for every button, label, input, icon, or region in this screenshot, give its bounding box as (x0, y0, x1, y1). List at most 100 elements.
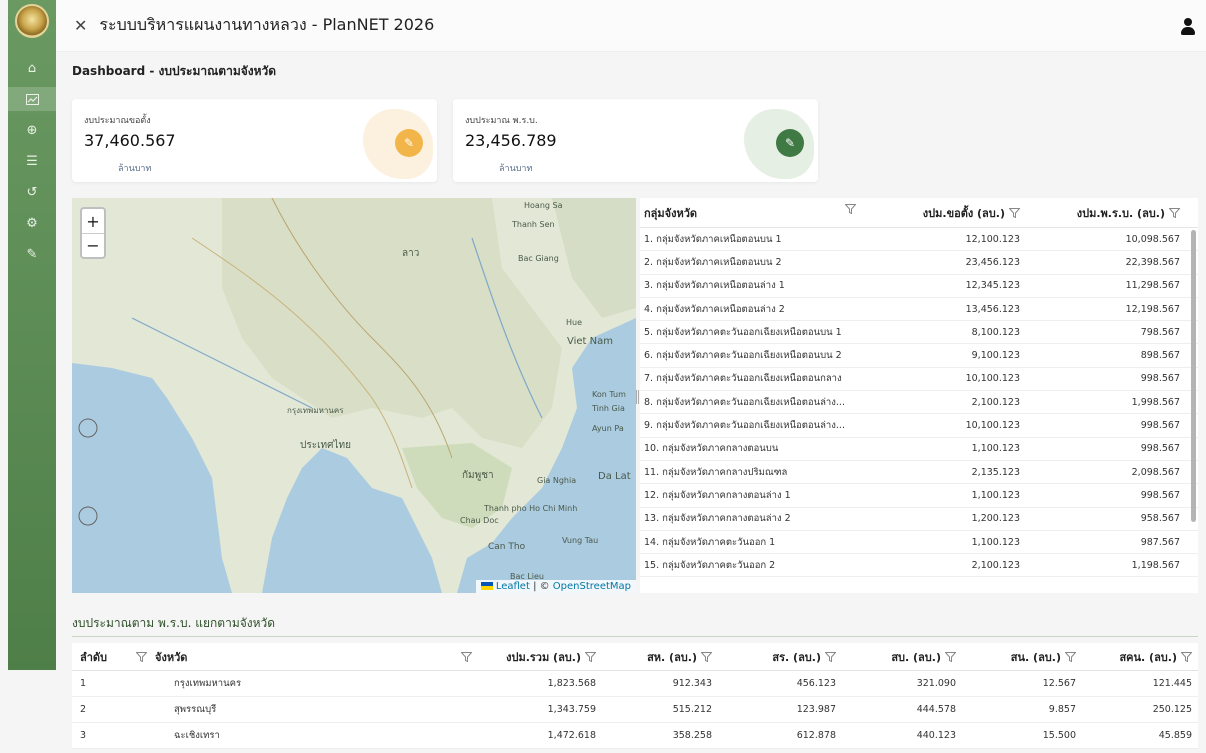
map-label: Thanh Sen (512, 220, 555, 229)
osm-link[interactable]: OpenStreetMap (553, 581, 631, 592)
column-header-group[interactable]: กลุ่มจังหวัด (644, 204, 697, 222)
filter-icon[interactable] (585, 651, 596, 662)
map-label: กัมพูชา (462, 470, 494, 481)
plus-circle-icon[interactable]: ⊕ (8, 118, 56, 142)
history-icon[interactable]: ↺ (8, 180, 56, 204)
column-header-sb[interactable]: สบ. (ลบ.) (891, 648, 941, 666)
cell-group: 3. กลุ่มจังหวัดภาคเหนือตอนล่าง 1 (644, 280, 785, 292)
table-row[interactable]: 5. กลุ่มจังหวัดภาคตะวันออกเฉียงเหนือตอนบ… (640, 321, 1198, 345)
cell-approved: 958.567 (1140, 513, 1180, 525)
column-header-sp[interactable]: สน. (ลบ.) (1011, 648, 1061, 666)
cell-total: 1,823.568 (547, 678, 596, 689)
filter-icon[interactable] (845, 203, 856, 214)
cell-sp: 12.567 (1042, 678, 1076, 689)
column-header-sh[interactable]: สห. (ลบ.) (647, 648, 697, 666)
table-row[interactable]: 11. กลุ่มจังหวัดภาคกลางปริมณฑล 2,135.123 2… (640, 461, 1198, 485)
filter-icon[interactable] (1181, 651, 1192, 662)
table-row[interactable]: 10. กลุ่มจังหวัดภาคกลางตอนบน 1,100.123 998… (640, 438, 1198, 461)
map-label: Gia Nghia (537, 476, 577, 485)
approved-budget-card: งบประมาณ พ.ร.บ. 23,456.789 ล้านบาท ✎ (453, 99, 818, 182)
map-label: Vung Tau (562, 536, 599, 545)
cell-approved: 998.567 (1140, 443, 1180, 455)
table-row[interactable]: 12. กลุ่มจังหวัดภาคกลางตอนล่าง 1 1,100.12… (640, 484, 1198, 508)
card-value: 37,460.567 (84, 131, 176, 150)
flag-icon (480, 582, 493, 590)
table-row[interactable]: 6. กลุ่มจังหวัดภาคตะวันออกเฉียงเหนือตอนบ… (640, 344, 1198, 368)
cell-approved: 998.567 (1140, 373, 1180, 385)
table-row[interactable]: 1 กรุงเทพมหานคร 1,823.568 912.343 456.123 321… (72, 671, 1198, 697)
filter-icon[interactable] (945, 651, 956, 662)
panel-splitter[interactable] (636, 390, 639, 404)
table-header: ลำดับ จังหวัด งปม.รวม (ลบ.) สห. (ลบ.) สร… (72, 643, 1198, 671)
column-header-skn[interactable]: สคน. (ลบ.) (1119, 648, 1177, 666)
column-header-total[interactable]: งปม.รวม (ลบ.) (506, 648, 581, 666)
cell-sr: 612.878 (796, 730, 836, 741)
table-row[interactable]: 7. กลุ่มจังหวัดภาคตะวันออกเฉียงเหนือตอนก… (640, 368, 1198, 392)
zoom-in-button[interactable]: + (82, 209, 104, 233)
card-value: 23,456.789 (465, 131, 557, 150)
cell-requested: 23,456.123 (965, 256, 1020, 268)
map-attribution: Leaflet | © OpenStreetMap (475, 580, 636, 593)
budget-icon: ✎ (395, 129, 423, 157)
leaflet-link[interactable]: Leaflet (496, 581, 530, 592)
table-row[interactable]: 9. กลุ่มจังหวัดภาคตะวันออกเฉียงเหนือตอนล… (640, 414, 1198, 438)
close-icon[interactable]: ✕ (74, 16, 87, 35)
cell-group: 15. กลุ่มจังหวัดภาคตะวันออก 2 (644, 559, 776, 571)
table-row[interactable]: 2 สุพรรณบุรี 1,343.759 515.212 123.987 444.57… (72, 697, 1198, 723)
map-label: Thanh pho Ho Chi Minh (484, 504, 578, 513)
table-row[interactable]: 3 ฉะเชิงเทรา 1,472.618 358.258 612.878 440.12… (72, 723, 1198, 749)
chart-icon[interactable] (8, 87, 56, 111)
column-header-province[interactable]: จังหวัด (155, 648, 187, 666)
cell-requested: 2,100.123 (971, 396, 1020, 408)
cell-requested: 13,456.123 (965, 303, 1020, 315)
table-row[interactable]: 3. กลุ่มจังหวัดภาคเหนือตอนล่าง 1 12,345.1… (640, 275, 1198, 298)
card-label: งบประมาณ พ.ร.บ. (465, 116, 538, 126)
table-row[interactable]: 15. กลุ่มจังหวัดภาคตะวันออก 2 2,100.123 1,… (640, 554, 1198, 578)
province-map[interactable]: Hoang Sa Thanh Sen Bac Giang Hue Viet Na… (72, 198, 636, 593)
card-unit: ล้านบาท (118, 164, 152, 174)
filter-icon[interactable] (701, 651, 712, 662)
table-row[interactable]: 8. กลุ่มจังหวัดภาคตะวันออกเฉียงเหนือตอนล… (640, 391, 1198, 415)
filter-icon[interactable] (825, 651, 836, 662)
cell-approved: 1,198.567 (1131, 559, 1180, 571)
cell-group: 9. กลุ่มจังหวัดภาคตะวันออกเฉียงเหนือตอนล… (644, 420, 845, 432)
filter-icon[interactable] (1169, 207, 1180, 218)
cell-requested: 10,100.123 (965, 373, 1020, 385)
scrollbar[interactable] (1191, 230, 1196, 522)
table-row[interactable]: 4. กลุ่มจังหวัดภาคเหนือตอนล่าง 2 13,456.1… (640, 298, 1198, 322)
column-header-no[interactable]: ลำดับ (72, 648, 128, 666)
zoom-out-button[interactable]: − (82, 233, 104, 257)
cell-approved: 798.567 (1140, 326, 1180, 338)
filter-icon[interactable] (1065, 651, 1076, 662)
column-header-approved[interactable]: งปม.พ.ร.บ. (ลบ.) (1077, 204, 1165, 222)
table-row[interactable]: 13. กลุ่มจังหวัดภาคกลางตอนล่าง 2 1,200.12… (640, 508, 1198, 531)
cell-approved: 12,198.567 (1125, 303, 1180, 315)
cell-group: 14. กลุ่มจังหวัดภาคตะวันออก 1 (644, 536, 776, 548)
filter-icon[interactable] (136, 651, 147, 662)
map-label: Kon Tum (592, 390, 626, 399)
home-icon[interactable]: ⌂ (8, 56, 56, 80)
user-icon[interactable] (1180, 18, 1196, 36)
cell-skn: 250.125 (1152, 704, 1192, 715)
column-header-requested[interactable]: งปม.ขอตั้ง (ลบ.) (923, 204, 1005, 222)
table-row[interactable]: 1. กลุ่มจังหวัดภาคเหนือตอนบน 1 12,100.123… (640, 228, 1198, 252)
map-label: Viet Nam (567, 336, 614, 347)
table-row[interactable]: 2. กลุ่มจังหวัดภาคเหนือตอนบน 2 23,456.123… (640, 251, 1198, 275)
cell-province: ฉะเชิงเทรา (174, 730, 220, 741)
cell-requested: 9,100.123 (971, 350, 1020, 362)
map-label: Can Tho (488, 542, 526, 552)
filter-icon[interactable] (461, 651, 472, 662)
filter-icon[interactable] (1009, 207, 1020, 218)
map-label: Da Lat (598, 471, 631, 482)
map-label: Bac Giang (518, 254, 559, 263)
column-header-sr[interactable]: สร. (ลบ.) (772, 648, 821, 666)
tools-icon[interactable]: ✎ (8, 242, 56, 266)
cell-province-wrap: สุพรรณบุรี (128, 702, 476, 717)
cell-sh: 515.212 (672, 704, 712, 715)
list-icon[interactable]: ☰ (8, 149, 56, 173)
settings-icon[interactable]: ⚙ (8, 211, 56, 235)
province-budget-table: ลำดับ จังหวัด งปม.รวม (ลบ.) สห. (ลบ.) สร… (72, 643, 1198, 749)
cell-skn: 121.445 (1152, 678, 1192, 689)
table-row[interactable]: 14. กลุ่มจังหวัดภาคตะวันออก 1 1,100.123 98… (640, 531, 1198, 555)
cell-approved: 2,098.567 (1131, 466, 1180, 478)
